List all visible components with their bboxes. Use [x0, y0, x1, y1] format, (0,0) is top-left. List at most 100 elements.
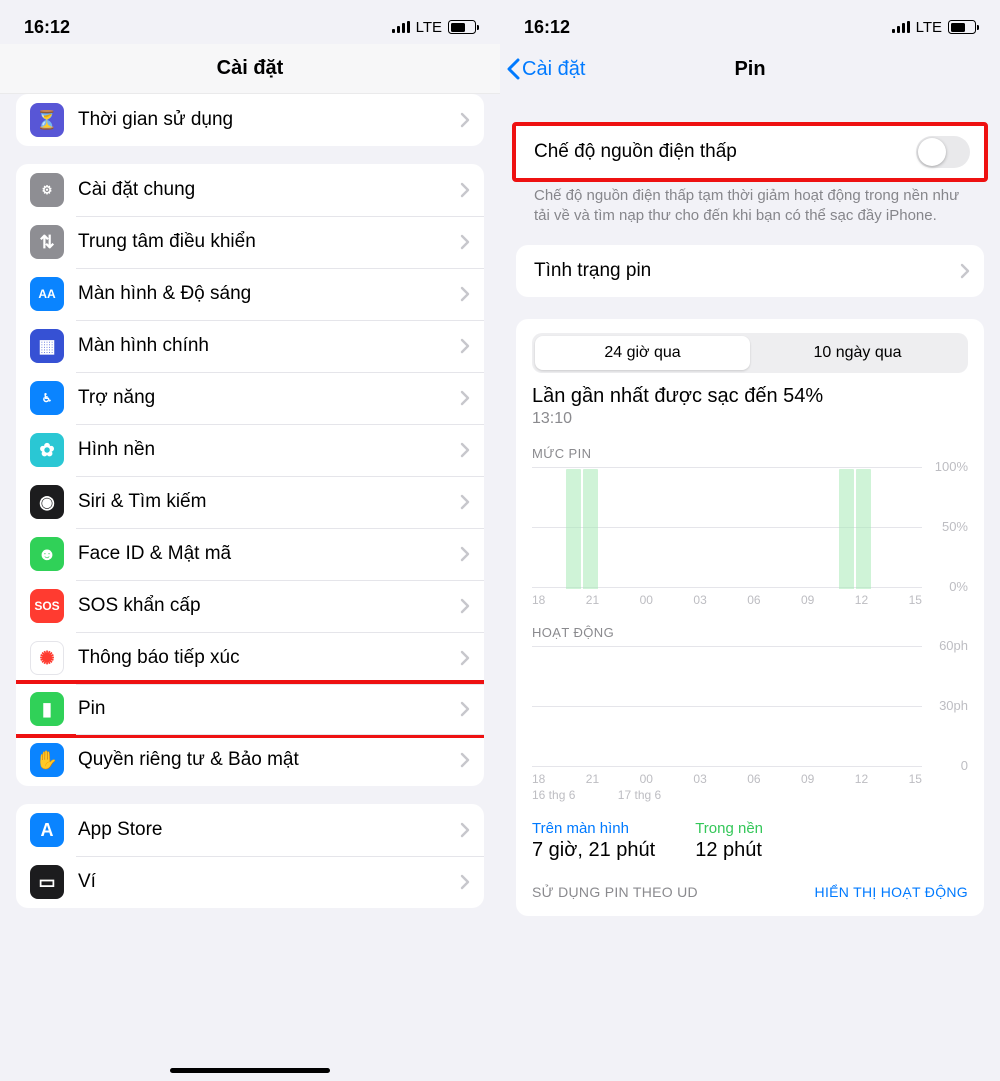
low-power-row[interactable]: Chế độ nguồn điện thấp	[516, 126, 984, 178]
network-label: LTE	[916, 19, 942, 36]
back-button[interactable]: Cài đặt	[506, 58, 585, 81]
footer-row: SỬ DỤNG PIN THEO UD HIỂN THỊ HOẠT ĐỘNG	[532, 884, 968, 900]
settings-icon: A	[30, 813, 64, 847]
low-power-group: Chế độ nguồn điện thấp	[512, 122, 988, 182]
settings-label: Thời gian sử dụng	[78, 109, 460, 131]
settings-label: Màn hình & Độ sáng	[78, 283, 460, 305]
phone-right-battery: 16:12 LTE Cài đặt Pin Chế độ nguồn điện …	[500, 0, 1000, 1081]
battery-health-row[interactable]: Tình trạng pin	[516, 245, 984, 297]
settings-label: Màn hình chính	[78, 335, 460, 357]
network-label: LTE	[416, 19, 442, 36]
screen-time-label: Trên màn hình	[532, 820, 655, 837]
settings-row[interactable]: ✺ Thông báo tiếp xúc	[16, 632, 484, 684]
page-title: Pin	[734, 58, 765, 81]
chevron-right-icon	[960, 263, 970, 279]
battery-icon	[948, 20, 976, 34]
battery-chart-label: MỨC PIN	[532, 446, 968, 461]
settings-icon: ⇅	[30, 225, 64, 259]
settings-row[interactable]: ✋ Quyền riêng tư & Bảo mật	[16, 734, 484, 786]
settings-scroll[interactable]: ⏳ Thời gian sử dụng ⚙︎ Cài đặt chung ⇅ Trung …	[0, 94, 500, 1081]
status-time: 16:12	[524, 17, 570, 38]
screen-time-value: 7 giờ, 21 phút	[532, 839, 655, 862]
settings-label: Ví	[78, 871, 460, 893]
battery-icon	[448, 20, 476, 34]
chevron-right-icon	[460, 650, 470, 666]
settings-icon: ✺	[30, 641, 64, 675]
chevron-right-icon	[460, 390, 470, 406]
battery-scroll[interactable]: Chế độ nguồn điện thấp Chế độ nguồn điện…	[500, 94, 1000, 1081]
status-bar: 16:12 LTE	[0, 0, 500, 44]
settings-icon: SOS	[30, 589, 64, 623]
settings-icon: ⚙︎	[30, 173, 64, 207]
battery-health-label: Tình trạng pin	[534, 260, 960, 282]
cellular-icon	[392, 21, 410, 33]
chevron-right-icon	[460, 546, 470, 562]
settings-icon: ✿	[30, 433, 64, 467]
chevron-right-icon	[460, 286, 470, 302]
battery-usage-card: 24 giờ qua 10 ngày qua Lần gần nhất được…	[516, 319, 984, 916]
low-power-label: Chế độ nguồn điện thấp	[534, 141, 916, 163]
settings-row[interactable]: ▦Màn hình chính	[16, 320, 484, 372]
last-charge-text: Lần gần nhất được sạc đến 54%	[532, 385, 968, 408]
settings-row[interactable]: ☻Face ID & Mật mã	[16, 528, 484, 580]
background-time-label: Trong nền	[695, 820, 763, 837]
time-range-segmented[interactable]: 24 giờ qua 10 ngày qua	[532, 333, 968, 373]
settings-label: Cài đặt chung	[78, 179, 460, 201]
chevron-right-icon	[460, 822, 470, 838]
settings-icon: ♿︎	[30, 381, 64, 415]
settings-row[interactable]: ▮ Pin	[16, 680, 484, 738]
cellular-icon	[892, 21, 910, 33]
settings-icon: ✋	[30, 743, 64, 777]
chevron-right-icon	[460, 338, 470, 354]
settings-row[interactable]: ⇅ Trung tâm điều khiển	[16, 216, 484, 268]
settings-label: Quyền riêng tư & Bảo mật	[78, 749, 460, 771]
low-power-toggle[interactable]	[916, 136, 970, 168]
settings-icon: ▮	[30, 692, 64, 726]
chevron-right-icon	[460, 598, 470, 614]
settings-group: ⚙︎ Cài đặt chung ⇅ Trung tâm điều khiển AA Mà…	[16, 164, 484, 786]
footer-left: SỬ DỤNG PIN THEO UD	[532, 884, 698, 900]
settings-row[interactable]: ✿ Hình nền	[16, 424, 484, 476]
settings-group: A App Store ▭ Ví	[16, 804, 484, 908]
low-power-note: Chế độ nguồn điện thấp tạm thời giảm hoạ…	[516, 178, 984, 227]
settings-icon: ⏳	[30, 103, 64, 137]
chevron-right-icon	[460, 752, 470, 768]
settings-row[interactable]: AA Màn hình & Độ sáng	[16, 268, 484, 320]
chevron-right-icon	[460, 182, 470, 198]
footer-right[interactable]: HIỂN THỊ HOẠT ĐỘNG	[815, 884, 968, 900]
settings-row[interactable]: ♿︎Trợ năng	[16, 372, 484, 424]
settings-label: Hình nền	[78, 439, 460, 461]
settings-row[interactable]: ▭ Ví	[16, 856, 484, 908]
battery-health-group: Tình trạng pin	[516, 245, 984, 297]
settings-icon: ▭	[30, 865, 64, 899]
settings-row[interactable]: ⚙︎ Cài đặt chung	[16, 164, 484, 216]
background-time-value: 12 phút	[695, 839, 763, 862]
chevron-right-icon	[460, 494, 470, 510]
tab-24h[interactable]: 24 giờ qua	[535, 336, 750, 370]
chevron-right-icon	[460, 234, 470, 250]
settings-row[interactable]: ◉Siri & Tìm kiếm	[16, 476, 484, 528]
settings-label: App Store	[78, 819, 460, 841]
chevron-left-icon	[506, 58, 520, 80]
tab-10d[interactable]: 10 ngày qua	[750, 336, 965, 370]
battery-level-chart: 100%50%0%1821000306091215	[532, 467, 968, 607]
chevron-right-icon	[460, 442, 470, 458]
settings-label: Pin	[78, 698, 460, 720]
home-indicator[interactable]	[170, 1068, 330, 1073]
status-bar: 16:12 LTE	[500, 0, 1000, 44]
settings-row[interactable]: A App Store	[16, 804, 484, 856]
settings-row[interactable]: SOS SOS khẩn cấp	[16, 580, 484, 632]
settings-icon: AA	[30, 277, 64, 311]
settings-label: Trung tâm điều khiển	[78, 231, 460, 253]
activity-chart-label: HOẠT ĐỘNG	[532, 625, 968, 640]
settings-row[interactable]: ⏳ Thời gian sử dụng	[16, 94, 484, 146]
last-charge-time: 13:10	[532, 410, 968, 428]
settings-label: Face ID & Mật mã	[78, 543, 460, 565]
settings-label: SOS khẩn cấp	[78, 595, 460, 617]
back-label: Cài đặt	[522, 58, 585, 81]
chevron-right-icon	[460, 874, 470, 890]
chevron-right-icon	[460, 701, 470, 717]
activity-chart: 60ph30ph01821000306091215	[532, 646, 968, 786]
settings-label: Thông báo tiếp xúc	[78, 647, 460, 669]
phone-left-settings: 16:12 LTE Cài đặt ⏳Thời gian sử dụng⚙︎Cà…	[0, 0, 500, 1081]
